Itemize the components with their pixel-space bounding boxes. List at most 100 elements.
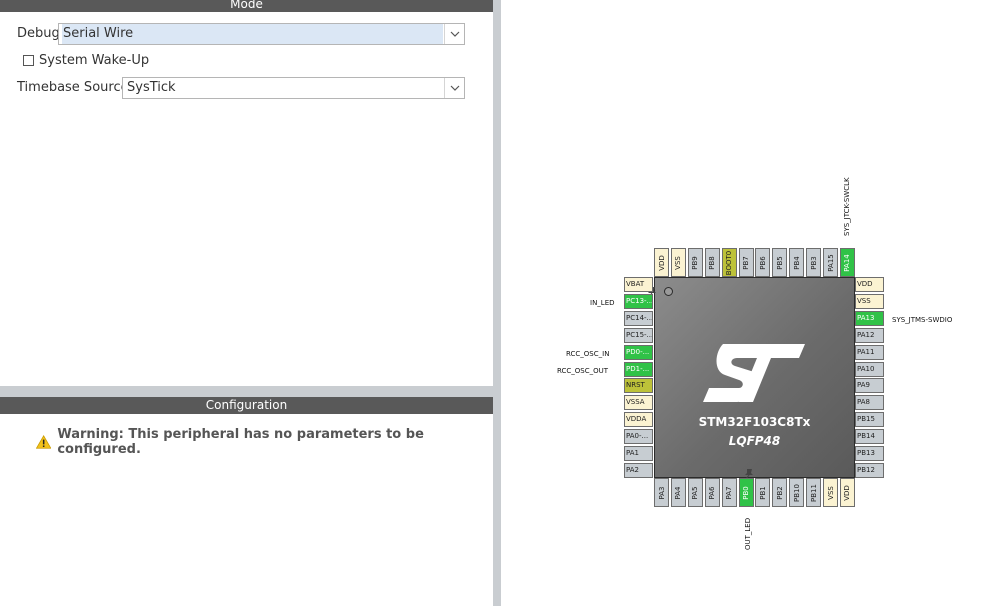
warning-icon — [36, 435, 52, 449]
pin-label: PA7 — [725, 485, 734, 500]
signal-label-rcc-osc-out: RCC_OSC_OUT — [557, 367, 609, 375]
pin-pa2[interactable]: PA2 — [624, 462, 653, 478]
pin-label: VSS — [857, 296, 871, 305]
pin-label: PA2 — [626, 465, 640, 474]
pin-pb14[interactable]: PB14 — [855, 429, 884, 445]
pin-label: PC13-... — [626, 296, 653, 305]
pin-label: PB6 — [758, 255, 767, 270]
pin-label: PB15 — [857, 415, 875, 424]
pin-pa15[interactable]: PA15 — [823, 248, 838, 277]
warning-text: Warning: This peripheral has no paramete… — [57, 427, 424, 457]
pin-pa11[interactable]: PA11 — [855, 344, 884, 360]
pin-pb2[interactable]: PB2 — [772, 478, 788, 507]
pin-pc15[interactable]: PC15-... — [624, 327, 653, 343]
pin-pb12[interactable]: PB12 — [855, 462, 884, 478]
pin-label: PA0-... — [626, 432, 649, 441]
pin-label: PA14 — [843, 253, 852, 272]
pin-pa10[interactable]: PA10 — [855, 361, 884, 377]
pin-nrst[interactable]: NRST — [624, 378, 653, 394]
chevron-down-icon — [444, 78, 464, 98]
wakeup-label: System Wake-Up — [39, 53, 150, 68]
debug-select[interactable]: Serial Wire — [58, 23, 465, 45]
pin-label: VDD — [857, 280, 873, 288]
pin-label: PB12 — [857, 465, 875, 474]
timebase-select[interactable]: SysTick — [122, 77, 465, 99]
signal-label-swclk: SYS_JTCK-SWCLK — [843, 177, 851, 236]
pin-pa12[interactable]: PA12 — [855, 327, 884, 343]
pin-pb9[interactable]: PB9 — [687, 248, 703, 277]
pin-label: VBAT — [626, 280, 645, 288]
pin-pd1[interactable]: PD1-... — [624, 361, 653, 377]
pin-vss[interactable]: VSS — [823, 478, 838, 507]
pin-vssa[interactable]: VSSA — [624, 395, 653, 411]
pin-pb13[interactable]: PB13 — [855, 446, 884, 461]
pin-label: PC14-... — [626, 313, 653, 322]
pin-pa9[interactable]: PA9 — [855, 378, 884, 394]
timebase-label: Timebase Source — [17, 80, 129, 95]
pin-boot0[interactable]: BOOT0 — [721, 248, 737, 277]
pin-label: PA15 — [826, 253, 835, 272]
pin-vss[interactable]: VSS — [855, 293, 884, 309]
pin-label: VDD — [657, 254, 666, 271]
pin-pb15[interactable]: PB15 — [855, 412, 884, 428]
wakeup-checkbox[interactable] — [23, 55, 34, 66]
signal-label-in-led: IN_LED — [590, 299, 615, 307]
pin-pb11[interactable]: PB11 — [806, 478, 822, 507]
chip-body[interactable]: STM32F103C8Tx LQFP48 — [654, 277, 855, 478]
pin-label: PB4 — [792, 255, 801, 270]
configuration-header: Configuration — [0, 397, 493, 414]
pin-label: PB2 — [775, 485, 784, 500]
pin-pa5[interactable]: PA5 — [687, 478, 703, 507]
pin-vdd[interactable]: VDD — [839, 478, 855, 507]
pin-label: PA9 — [857, 381, 871, 390]
pin-vdd[interactable]: VDD — [654, 248, 669, 277]
pin-label: VSS — [826, 485, 835, 500]
pin-vbat[interactable]: VBAT — [624, 277, 653, 292]
pin-pb7[interactable]: PB7 — [738, 248, 754, 277]
pin-label: PB10 — [792, 483, 801, 502]
warning-message: Warning: This peripheral has no paramete… — [36, 427, 493, 457]
signal-label-rcc-osc-in: RCC_OSC_IN — [566, 350, 610, 358]
pin-pa8[interactable]: PA8 — [855, 395, 884, 411]
pin-label: PA3 — [657, 485, 666, 500]
pin-vss[interactable]: VSS — [670, 248, 686, 277]
pin-pa7[interactable]: PA7 — [721, 478, 737, 507]
pin-label: VSSA — [626, 398, 645, 407]
pin-vdd[interactable]: VDD — [855, 277, 884, 292]
pin-pb5[interactable]: PB5 — [772, 248, 788, 277]
pin-pb0[interactable]: PB0 — [738, 478, 754, 507]
pin-label: PB13 — [857, 449, 875, 457]
pin-vdda[interactable]: VDDA — [624, 412, 653, 428]
pin-pa6[interactable]: PA6 — [704, 478, 720, 507]
pin-pa4[interactable]: PA4 — [670, 478, 686, 507]
pin-pa1[interactable]: PA1 — [624, 446, 653, 461]
pin-pb8[interactable]: PB8 — [704, 248, 720, 277]
pin-label: BOOT0 — [725, 250, 734, 275]
pin-pc13[interactable]: PC13-... — [624, 293, 653, 309]
pin-label: PB0 — [742, 485, 750, 500]
horizontal-splitter[interactable] — [0, 386, 493, 397]
timebase-select-value: SysTick — [127, 80, 176, 95]
pin-label: PB9 — [691, 255, 700, 270]
pin-pb10[interactable]: PB10 — [789, 478, 805, 507]
pin-pb1[interactable]: PB1 — [755, 478, 771, 507]
signal-label-out-led: OUT_LED — [744, 517, 752, 550]
mode-panel: Mode Debug Serial Wire System Wake-Up Ti… — [0, 0, 493, 606]
pin-pa0[interactable]: PA0-... — [624, 429, 653, 445]
pin-pa3[interactable]: PA3 — [654, 478, 669, 507]
pin1-marker — [664, 287, 673, 296]
pin-label: PD1-... — [626, 364, 650, 373]
pin-pd0[interactable]: PD0-... — [624, 344, 653, 360]
pin-pa14[interactable]: PA14 — [839, 248, 855, 277]
pin-label: PB11 — [809, 483, 818, 502]
vertical-splitter[interactable] — [493, 0, 501, 606]
pin-label: PA12 — [857, 330, 875, 339]
pin-pb6[interactable]: PB6 — [755, 248, 771, 277]
pin-pa13[interactable]: PA13 — [855, 310, 884, 326]
pin-label: PB8 — [708, 255, 717, 270]
pin-label: VSS — [674, 255, 683, 270]
pin-pb4[interactable]: PB4 — [789, 248, 805, 277]
pinout-view[interactable]: STM32F103C8Tx LQFP48 IN_LED RCC_OSC_IN R… — [501, 0, 981, 606]
pin-pb3[interactable]: PB3 — [806, 248, 822, 277]
pin-pc14[interactable]: PC14-... — [624, 310, 653, 326]
